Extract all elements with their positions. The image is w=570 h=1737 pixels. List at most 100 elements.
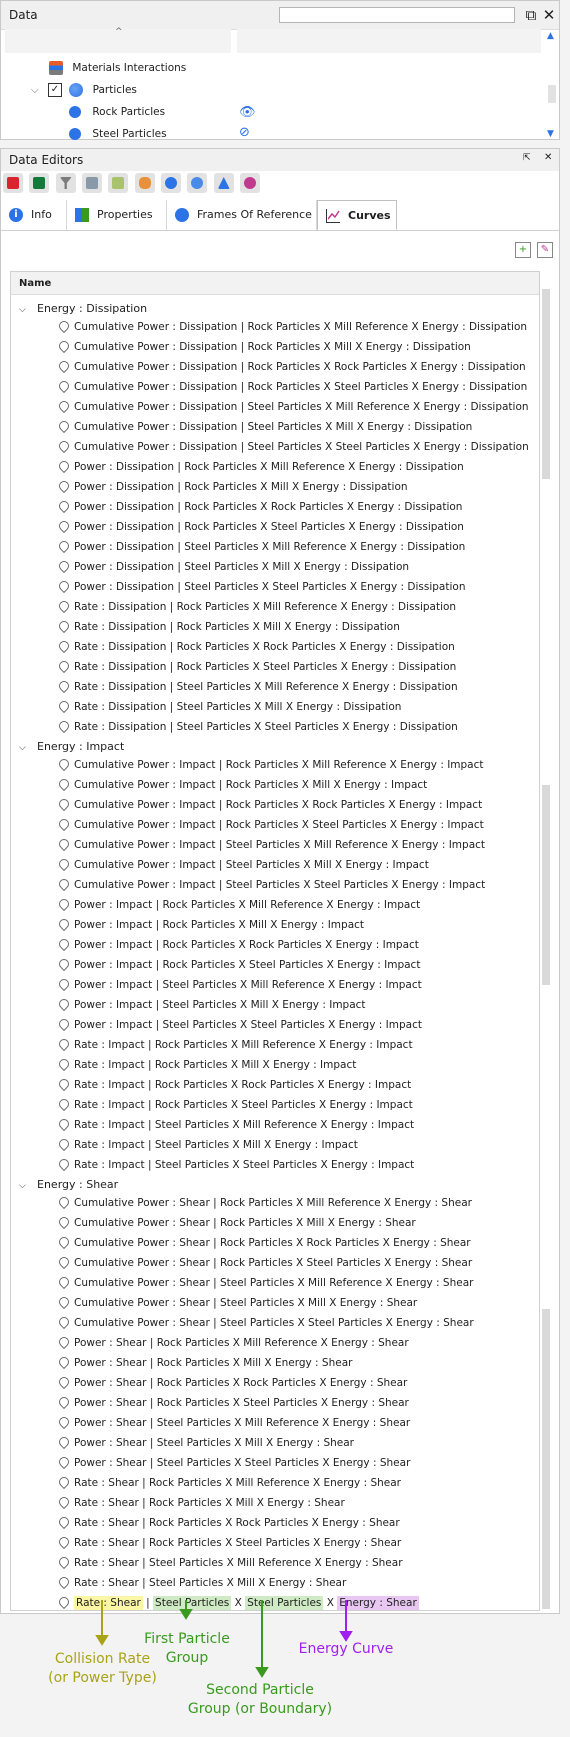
curve-item[interactable]: Rate : Impact | Steel Particles X Steel … — [56, 1156, 414, 1174]
curve-item[interactable]: Cumulative Power : Shear | Steel Particl… — [56, 1274, 473, 1292]
mesh-icon[interactable] — [108, 173, 129, 193]
chevron-down-icon[interactable]: ⌵ — [19, 301, 31, 319]
curve-item[interactable]: Rate : Shear | Rock Particles X Steel Pa… — [56, 1534, 401, 1552]
cylinder-icon[interactable] — [134, 173, 155, 193]
curve-item[interactable]: Power : Shear | Rock Particles X Rock Pa… — [56, 1374, 407, 1392]
curve-item[interactable]: Rate : Dissipation | Rock Particles X St… — [56, 658, 456, 676]
close-icon[interactable]: ✕ — [544, 152, 552, 163]
curve-item[interactable]: Cumulative Power : Dissipation | Steel P… — [56, 398, 529, 416]
tree-item-materials-interactions[interactable]: Materials Interactions — [49, 59, 186, 77]
curve-item[interactable]: Power : Impact | Rock Particles X Mill R… — [56, 896, 420, 914]
curve-item[interactable]: Power : Dissipation | Steel Particles X … — [56, 558, 409, 576]
tab-frames-of-reference[interactable]: Frames Of Reference — [167, 200, 317, 230]
curve-item[interactable]: Rate : Dissipation | Rock Particles X Ro… — [56, 638, 455, 656]
curve-item[interactable]: Cumulative Power : Impact | Rock Particl… — [56, 756, 484, 774]
curve-item[interactable]: Cumulative Power : Shear | Steel Particl… — [56, 1294, 417, 1312]
curve-item[interactable]: Rate : Shear | Rock Particles X Mill X E… — [56, 1494, 345, 1512]
curve-item[interactable]: Rate : Impact | Rock Particles X Steel P… — [56, 1096, 413, 1114]
curve-item[interactable]: Cumulative Power : Impact | Steel Partic… — [56, 876, 485, 894]
curve-item[interactable]: Power : Shear | Rock Particles X Mill Re… — [56, 1334, 409, 1352]
cone-icon[interactable] — [213, 173, 234, 193]
scrollbar-thumb[interactable] — [542, 289, 550, 479]
curve-item[interactable]: Power : Impact | Rock Particles X Steel … — [56, 956, 420, 974]
curve-item[interactable]: Rate : Shear | Rock Particles X Mill Ref… — [56, 1474, 401, 1492]
curve-item[interactable]: Power : Shear | Rock Particles X Mill X … — [56, 1354, 352, 1372]
curve-item[interactable]: Power : Impact | Rock Particles X Rock P… — [56, 936, 419, 954]
curve-item[interactable]: Power : Dissipation | Rock Particles X M… — [56, 478, 408, 496]
curve-item[interactable]: Cumulative Power : Impact | Rock Particl… — [56, 796, 482, 814]
curve-item[interactable]: Rate : Dissipation | Steel Particles X M… — [56, 698, 401, 716]
curve-item[interactable]: Cumulative Power : Dissipation | Rock Pa… — [56, 338, 471, 356]
column-header-right[interactable] — [237, 29, 541, 53]
float-window-icon[interactable]: ⧉ — [523, 7, 539, 23]
filter-icon[interactable] — [55, 173, 76, 193]
inspect-icon[interactable] — [82, 173, 103, 193]
curve-item[interactable]: Cumulative Power : Dissipation | Steel P… — [56, 418, 472, 436]
scrollbar-thumb[interactable] — [542, 785, 550, 985]
tab-info[interactable]: i Info — [1, 200, 67, 230]
curve-item[interactable]: Power : Impact | Rock Particles X Mill X… — [56, 916, 364, 934]
curve-item[interactable]: Rate : Shear | Steel Particles X Mill Re… — [56, 1554, 403, 1572]
particles-icon[interactable] — [187, 173, 208, 193]
curve-item[interactable]: Cumulative Power : Impact | Steel Partic… — [56, 836, 485, 854]
curve-item[interactable]: Power : Impact | Steel Particles X Steel… — [56, 1016, 422, 1034]
curve-item[interactable]: Cumulative Power : Shear | Rock Particle… — [56, 1214, 416, 1232]
add-particle-icon[interactable] — [161, 173, 182, 193]
cube-icon[interactable] — [3, 173, 23, 193]
tab-curves[interactable]: Curves — [317, 200, 397, 230]
scrollbar-thumb[interactable] — [548, 85, 556, 103]
tree-group[interactable]: ⌵ Energy : Impact — [19, 738, 124, 756]
curve-item[interactable]: Power : Impact | Steel Particles X Mill … — [56, 976, 422, 994]
close-icon[interactable]: ✕ — [541, 7, 557, 23]
curve-item[interactable]: Cumulative Power : Dissipation | Rock Pa… — [56, 318, 527, 336]
chevron-down-icon[interactable]: ⌵ — [19, 1177, 31, 1195]
curve-item[interactable]: Power : Dissipation | Steel Particles X … — [56, 578, 465, 596]
data-search-input[interactable] — [279, 7, 515, 23]
curve-item[interactable]: Power : Shear | Steel Particles X Mill X… — [56, 1434, 354, 1452]
chevron-down-icon[interactable]: ⌵ — [31, 85, 39, 96]
curve-item[interactable]: Cumulative Power : Impact | Rock Particl… — [56, 776, 427, 794]
curve-item[interactable]: Cumulative Power : Shear | Rock Particle… — [56, 1254, 472, 1272]
eye-icon[interactable]: 👁 — [239, 105, 256, 120]
edit-curve-icon[interactable]: ✎ — [537, 242, 553, 258]
curve-item[interactable]: Rate : Impact | Steel Particles X Mill R… — [56, 1116, 414, 1134]
curve-item[interactable]: Power : Dissipation | Rock Particles X R… — [56, 498, 462, 516]
curve-item[interactable]: Rate : Shear | Steel Particles X Mill X … — [56, 1574, 346, 1592]
curve-item[interactable]: Rate : Dissipation | Steel Particles X M… — [56, 678, 458, 696]
tree-item-particles[interactable]: ⌵ ✓ Particles — [31, 81, 137, 99]
curve-item[interactable]: Rate : Impact | Rock Particles X Rock Pa… — [56, 1076, 411, 1094]
curve-item[interactable]: Power : Dissipation | Steel Particles X … — [56, 538, 465, 556]
add-curve-icon[interactable]: + — [515, 242, 531, 258]
tree-item-steel-particles[interactable]: Steel Particles — [69, 125, 167, 143]
tree-group[interactable]: ⌵ Energy : Shear — [19, 1176, 118, 1194]
particles-checkbox[interactable]: ✓ — [47, 83, 62, 97]
curve-item[interactable]: Rate : Shear | Rock Particles X Rock Par… — [56, 1514, 400, 1532]
curve-item[interactable]: Cumulative Power : Shear | Rock Particle… — [56, 1194, 472, 1212]
curve-item[interactable]: Cumulative Power : Dissipation | Steel P… — [56, 438, 529, 456]
curve-item[interactable]: Power : Dissipation | Rock Particles X M… — [56, 458, 464, 476]
curve-item[interactable]: Rate : Impact | Steel Particles X Mill X… — [56, 1136, 358, 1154]
curve-item[interactable]: Rate : Impact | Rock Particles X Mill Re… — [56, 1036, 413, 1054]
curve-item[interactable]: Rate : Impact | Rock Particles X Mill X … — [56, 1056, 356, 1074]
tree-item-rock-particles[interactable]: Rock Particles — [69, 103, 165, 121]
tab-properties[interactable]: Properties — [67, 200, 167, 230]
scroll-up-icon[interactable]: ▲ — [547, 31, 554, 41]
curve-item[interactable]: Rate : Dissipation | Steel Particles X S… — [56, 718, 458, 736]
interaction-icon[interactable] — [240, 173, 261, 193]
curve-item[interactable]: Cumulative Power : Impact | Rock Particl… — [56, 816, 484, 834]
tree-group[interactable]: ⌵ Energy : Dissipation — [19, 300, 147, 318]
curve-item[interactable]: Power : Impact | Steel Particles X Mill … — [56, 996, 366, 1014]
curve-item[interactable]: Power : Shear | Rock Particles X Steel P… — [56, 1394, 409, 1412]
curve-item[interactable]: Rate : Dissipation | Rock Particles X Mi… — [56, 618, 400, 636]
curve-item[interactable]: Cumulative Power : Impact | Steel Partic… — [56, 856, 429, 874]
column-header-left[interactable]: ^ — [5, 27, 231, 53]
tree-column-header[interactable]: Name ^ — [11, 272, 539, 295]
curve-item[interactable]: Power : Shear | Steel Particles X Mill R… — [56, 1414, 410, 1432]
curve-item[interactable]: Cumulative Power : Shear | Rock Particle… — [56, 1234, 471, 1252]
curve-item[interactable]: Cumulative Power : Dissipation | Rock Pa… — [56, 358, 526, 376]
geometry-icon[interactable] — [29, 173, 50, 193]
scroll-down-icon[interactable]: ▼ — [547, 129, 554, 139]
curve-item[interactable]: Power : Shear | Steel Particles X Steel … — [56, 1454, 410, 1472]
chevron-down-icon[interactable]: ⌵ — [19, 739, 31, 757]
curve-item[interactable]: Cumulative Power : Shear | Steel Particl… — [56, 1314, 474, 1332]
